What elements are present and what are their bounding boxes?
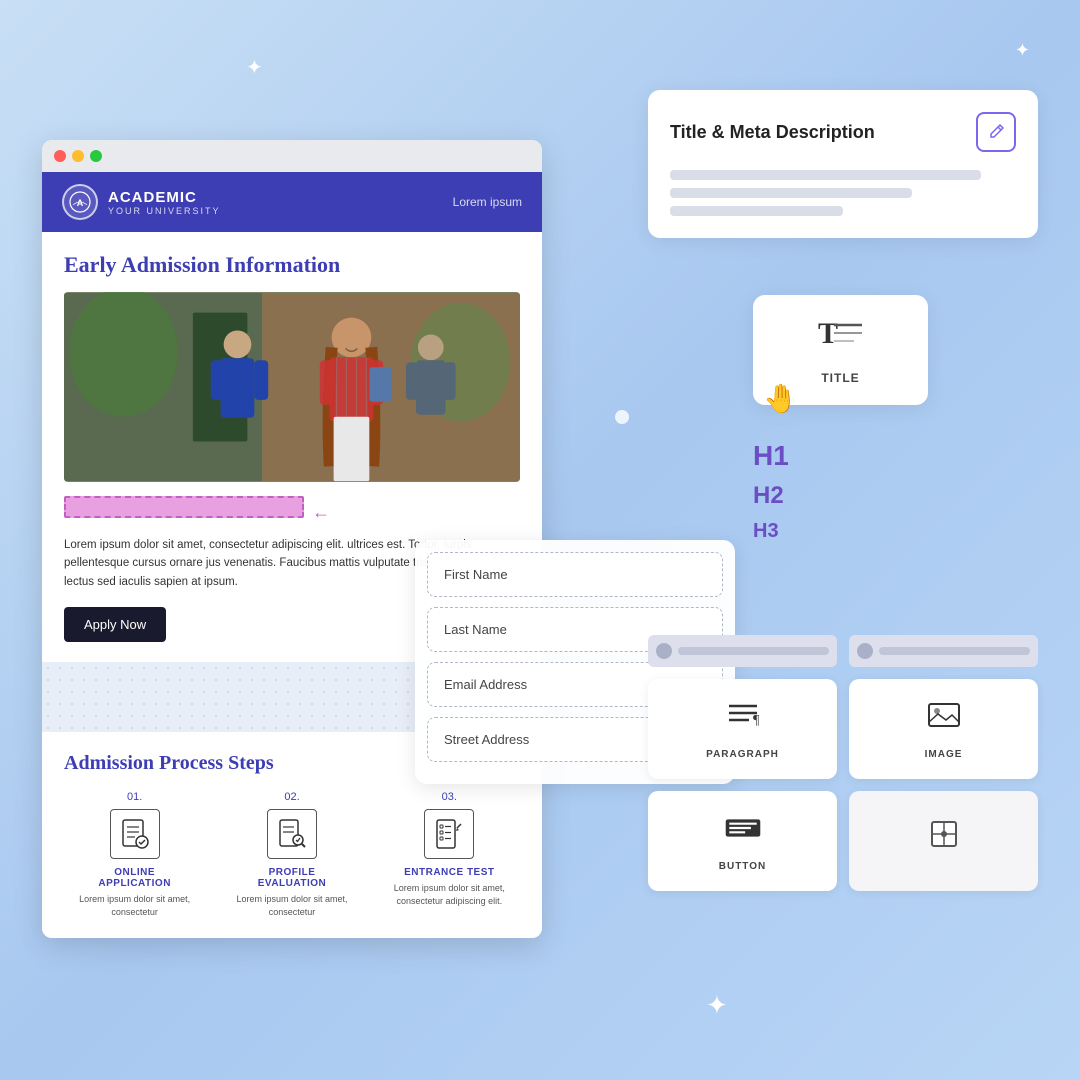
svg-text:¶: ¶ xyxy=(753,713,760,728)
hand-cursor-icon: 🤚 xyxy=(763,382,798,415)
title-widget-icon: T xyxy=(773,315,908,363)
button-component[interactable]: BUTTON xyxy=(648,791,837,891)
form-field-firstname[interactable]: First Name xyxy=(427,552,723,597)
step-num-3: 03. xyxy=(379,791,520,803)
university-logo-area: A ACADEMIC YOUR UNIVERSITY xyxy=(62,184,221,220)
meta-lines xyxy=(670,170,1016,216)
paragraph-label: PARAGRAPH xyxy=(706,749,779,760)
step-desc-3: Lorem ipsum dolor sit amet, consectetur … xyxy=(379,882,520,907)
step-num-2: 02. xyxy=(221,791,362,803)
meta-description-panel: Title & Meta Description xyxy=(648,90,1038,238)
headings-area: H1 H2 H3 xyxy=(753,440,928,553)
process-step-3: 03. ENTRA xyxy=(379,791,520,918)
browser-dot-red xyxy=(54,150,66,162)
browser-dot-green xyxy=(90,150,102,162)
apply-now-button[interactable]: Apply Now xyxy=(64,607,166,642)
step-icon-2 xyxy=(267,809,317,859)
heading-h1[interactable]: H1 xyxy=(753,440,928,472)
university-nav[interactable]: Lorem ipsum xyxy=(453,195,522,209)
star-decoration-1: ✦ xyxy=(246,55,263,80)
meta-line-3 xyxy=(670,206,843,216)
browser-toolbar xyxy=(42,140,542,172)
components-grid: ¶ PARAGRAPH IMAGE xyxy=(648,635,1038,903)
university-name: ACADEMIC YOUR UNIVERSITY xyxy=(108,189,221,216)
heading-h3[interactable]: H3 xyxy=(753,520,928,543)
highlight-bar xyxy=(64,496,304,518)
meta-line-1 xyxy=(670,170,981,180)
svg-text:A: A xyxy=(77,198,84,208)
step-desc-1: Lorem ipsum dolor sit amet, consectetur xyxy=(64,893,205,918)
highlight-row: ← xyxy=(64,496,520,528)
process-step-2: 02. PROFILEEVALUATION Lorem ipsum dolor … xyxy=(221,791,362,918)
site-image xyxy=(64,292,520,482)
component-row-2: BUTTON xyxy=(648,791,1038,891)
extra-icon-1 xyxy=(926,816,962,859)
step-label-1: ONLINEAPPLICATION xyxy=(64,867,205,889)
step-desc-2: Lorem ipsum dolor sit amet, consectetur xyxy=(221,893,362,918)
extra-component-1[interactable] xyxy=(849,791,1038,891)
process-steps: 01. ONLINEAPPLICATION Lorem ipsum dolor … xyxy=(64,791,520,918)
step-icon-3 xyxy=(424,809,474,859)
step-icon-1 xyxy=(110,809,160,859)
star-decoration-3: ✦ xyxy=(1015,40,1030,61)
paragraph-icon: ¶ xyxy=(725,698,761,741)
button-label: BUTTON xyxy=(719,861,766,872)
panel-title: Title & Meta Description xyxy=(670,122,875,143)
process-step-1: 01. ONLINEAPPLICATION Lorem ipsum dolor … xyxy=(64,791,205,918)
site-heading: Early Admission Information xyxy=(64,252,520,278)
component-row-1: ¶ PARAGRAPH IMAGE xyxy=(648,679,1038,779)
arrow-icon: ← xyxy=(312,502,330,523)
image-label: IMAGE xyxy=(925,749,963,760)
university-logo: A xyxy=(62,184,98,220)
browser-dot-yellow xyxy=(72,150,84,162)
panel-header: Title & Meta Description xyxy=(670,112,1016,152)
circle-dot-1 xyxy=(615,410,629,424)
edit-button[interactable] xyxy=(976,112,1016,152)
step-label-3: ENTRANCE TEST xyxy=(379,867,520,878)
meta-line-2 xyxy=(670,188,912,198)
paragraph-component[interactable]: ¶ PARAGRAPH xyxy=(648,679,837,779)
image-component[interactable]: IMAGE xyxy=(849,679,1038,779)
step-label-2: PROFILEEVALUATION xyxy=(221,867,362,889)
university-header: A ACADEMIC YOUR UNIVERSITY Lorem ipsum xyxy=(42,172,542,232)
star-decoration-2: ✦ xyxy=(706,990,728,1021)
toggle-row xyxy=(648,635,1038,667)
button-icon xyxy=(725,810,761,853)
image-icon xyxy=(926,698,962,741)
heading-h2[interactable]: H2 xyxy=(753,482,928,510)
step-num-1: 01. xyxy=(64,791,205,803)
title-widget-card[interactable]: T TITLE 🤚 xyxy=(753,295,928,405)
